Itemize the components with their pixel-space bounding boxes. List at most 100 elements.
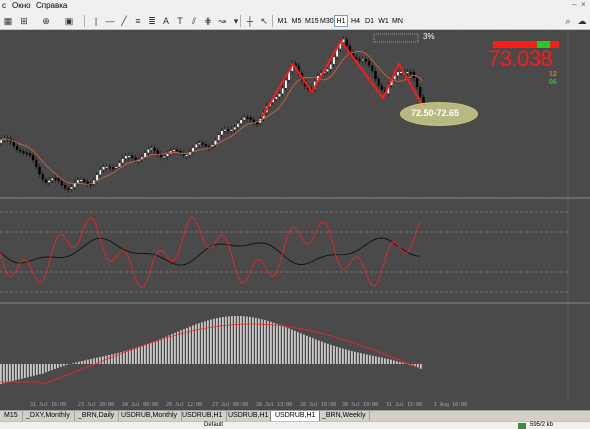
histogram-bar	[141, 345, 143, 364]
template-icon[interactable]: ▣	[63, 15, 75, 27]
histogram-bar	[6, 364, 8, 383]
candle-body	[284, 80, 288, 89]
candle-body	[105, 166, 108, 169]
candle-body	[67, 188, 70, 190]
histogram-bar	[390, 359, 392, 364]
candle-body	[326, 68, 329, 72]
candle-body	[159, 154, 163, 157]
crosshair-icon[interactable]: ┼	[244, 15, 256, 27]
horizontal-line-icon[interactable]: —	[104, 15, 116, 27]
histogram-bar	[30, 364, 32, 377]
time-label: 24 Jul 00:00	[122, 402, 159, 408]
histogram-bar	[171, 334, 173, 364]
histogram-bar	[132, 348, 134, 364]
panel-number-2: 06	[549, 79, 557, 86]
timeframe-m30[interactable]: M30	[319, 15, 334, 27]
gann-icon[interactable]: ⋕	[202, 15, 214, 27]
target-callout: 72.50-72.65	[400, 102, 478, 126]
candle-body	[166, 153, 169, 157]
histogram-bar	[270, 321, 272, 364]
histogram-bar	[129, 349, 131, 364]
timeframe-w1[interactable]: W1	[377, 15, 390, 27]
histogram-bar	[42, 364, 44, 374]
timeframe-m15[interactable]: M15	[304, 15, 319, 27]
community-icon[interactable]: ☁	[576, 15, 588, 27]
histogram-bar	[0, 364, 2, 384]
histogram-bar	[111, 354, 113, 364]
pitchfork-icon[interactable]: ⫽	[188, 15, 200, 27]
search-icon[interactable]: ⌕	[562, 15, 574, 27]
histogram-bar	[168, 335, 170, 364]
menu-item-view[interactable]: с	[2, 1, 6, 10]
text-icon[interactable]: A	[160, 15, 172, 27]
histogram-bar	[381, 357, 383, 364]
vertical-line-icon[interactable]: |	[90, 15, 102, 27]
timeframe-d1[interactable]: D1	[363, 15, 376, 27]
candle-body	[278, 93, 281, 97]
candle-body	[233, 126, 236, 130]
histogram-bar	[234, 316, 236, 364]
histogram-bar	[213, 318, 215, 364]
candle-body	[217, 134, 220, 141]
fibonacci-icon[interactable]: ≣	[146, 15, 158, 27]
arrow-icon[interactable]: ↝	[216, 15, 228, 27]
candle-body	[172, 149, 176, 152]
histogram-bar	[138, 346, 140, 364]
histogram-bar	[180, 330, 182, 364]
histogram-bar	[246, 316, 248, 364]
histogram-bar	[24, 364, 26, 378]
close-icon[interactable]: ×	[581, 0, 589, 10]
candle-body	[255, 122, 259, 125]
channel-icon[interactable]: ≡	[132, 15, 144, 27]
menu-item-window[interactable]: Окно	[12, 1, 31, 10]
histogram-bar	[387, 359, 389, 364]
histogram-bar	[351, 351, 353, 364]
histogram-bar	[402, 362, 404, 364]
cursor-icon[interactable]: ↖	[258, 15, 270, 27]
histogram-bar	[231, 316, 233, 364]
histogram-bar	[378, 357, 380, 364]
candle-body	[236, 123, 240, 128]
timeframe-m1[interactable]: M1	[276, 15, 289, 27]
histogram-bar	[93, 358, 95, 364]
chart-icon[interactable]: ▦	[2, 15, 14, 27]
candle-body	[83, 179, 86, 182]
timeframe-h4[interactable]: H4	[349, 15, 362, 27]
candle-body	[380, 85, 384, 90]
price-chart[interactable]: 3% 12 06 73.038 72.50-72.65 31 Jul 16:00…	[0, 30, 590, 410]
histogram-bar	[258, 318, 260, 364]
histogram-bar	[165, 336, 167, 364]
zoom-icon[interactable]: ⊞	[18, 15, 30, 27]
candle-body	[76, 179, 80, 184]
add-indicator-icon[interactable]: ⊕	[40, 15, 52, 27]
candle-body	[156, 150, 160, 155]
histogram-bar	[144, 344, 146, 364]
menu-bar: с Окно Справка – ×	[0, 0, 590, 12]
label-icon[interactable]: T	[174, 15, 186, 27]
status-profile: Default	[204, 422, 224, 428]
histogram-bar	[90, 358, 92, 364]
histogram-bar	[384, 358, 386, 364]
histogram-bar	[159, 339, 161, 364]
menu-item-help[interactable]: Справка	[36, 1, 67, 10]
timeframe-m5[interactable]: M5	[290, 15, 303, 27]
status-connection: 595/2 kb	[530, 422, 554, 428]
candle-body	[143, 152, 147, 158]
histogram-bar	[243, 316, 245, 364]
histogram-bar	[273, 322, 275, 364]
histogram-bar	[342, 348, 344, 364]
histogram-bar	[222, 317, 224, 364]
histogram-bar	[333, 345, 335, 364]
timeframe-mn[interactable]: MN	[391, 15, 404, 27]
histogram-bar	[72, 363, 74, 364]
minimize-icon[interactable]: –	[572, 0, 580, 10]
histogram-bar	[189, 326, 191, 364]
histogram-bar	[285, 327, 287, 364]
candle-body	[239, 119, 243, 124]
timeframe-h1[interactable]: H1	[334, 15, 348, 27]
histogram-bar	[204, 321, 206, 364]
histogram-bar	[216, 318, 218, 364]
histogram-bar	[177, 331, 179, 364]
trendline-icon[interactable]: ╱	[118, 15, 130, 27]
candle-body	[223, 129, 227, 132]
